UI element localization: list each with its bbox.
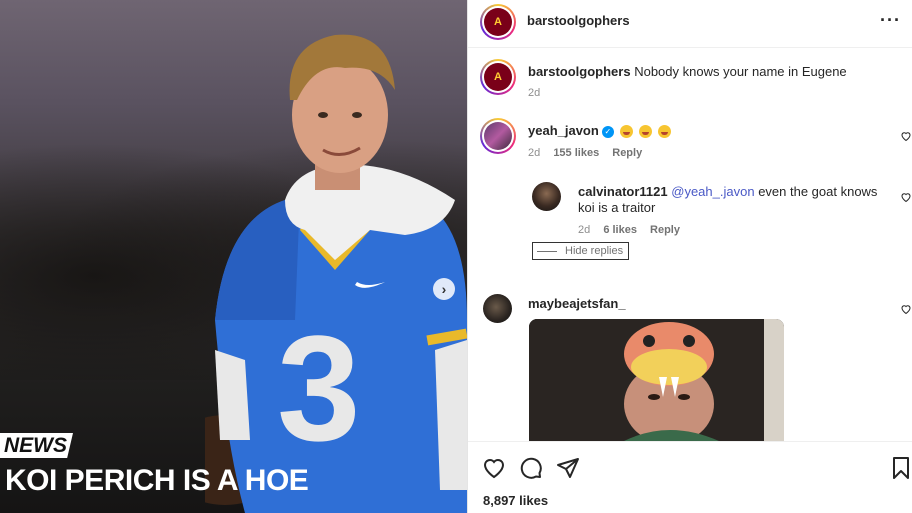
reply-text: calvinator1121 @yeah_.javon even the goa… <box>578 184 888 216</box>
caption: barstoolgophers Nobody knows your name i… <box>528 64 847 80</box>
reply-reply-button[interactable]: Reply <box>650 224 680 236</box>
comment-likes[interactable]: 155 likes <box>553 147 599 159</box>
laughing-emoji-icon <box>639 125 653 139</box>
reply-likes[interactable]: 6 likes <box>603 224 637 236</box>
next-image-button[interactable]: › <box>433 278 455 300</box>
post-likes-count[interactable]: 8,897 likes <box>483 493 548 508</box>
comment-meta: 2d 155 likes Reply <box>528 147 642 159</box>
comment-time: 2d <box>528 147 541 159</box>
laughing-emoji-icon <box>620 125 634 139</box>
hide-replies-line <box>537 250 557 252</box>
reply-mention[interactable]: @yeah_.javon <box>671 184 754 199</box>
reply-heart-icon[interactable] <box>900 191 912 203</box>
hide-replies-button[interactable]: Hide replies <box>532 242 629 260</box>
comment-icon[interactable] <box>519 456 543 480</box>
reply-meta: 2d 6 likes Reply <box>578 224 680 236</box>
post-actions: 8,897 likes <box>468 441 912 513</box>
jersey-number: 3 <box>277 304 360 472</box>
caption-time: 2d <box>528 87 541 99</box>
reply-time: 2d <box>578 224 591 236</box>
comment2-gif[interactable] <box>529 319 784 441</box>
comment-text: yeah_javon ✓ <box>528 123 673 139</box>
comment-heart-icon[interactable] <box>900 130 912 142</box>
comment-username[interactable]: yeah_javon <box>528 123 599 138</box>
reply-avatar[interactable] <box>532 182 561 211</box>
comment-avatar[interactable] <box>480 118 516 154</box>
more-options-icon[interactable]: ··· <box>880 10 901 31</box>
image-headline: KOI PERICH IS A HOE <box>5 464 309 497</box>
laughing-emoji-icon <box>657 125 671 139</box>
comment2-header: maybeajetsfan_ <box>528 296 626 312</box>
comment2-username[interactable]: maybeajetsfan_ <box>528 296 626 311</box>
author-avatar[interactable]: A <box>480 4 516 40</box>
caption-username[interactable]: barstoolgophers <box>528 64 631 79</box>
author-username[interactable]: barstoolgophers <box>527 13 630 28</box>
reply-username[interactable]: calvinator1121 <box>578 184 668 199</box>
share-icon[interactable] <box>556 456 580 480</box>
hide-replies-label: Hide replies <box>565 245 624 257</box>
caption-avatar[interactable]: A <box>480 59 516 95</box>
comment2-avatar[interactable] <box>483 294 512 323</box>
snake-hat-gif-image <box>529 319 784 441</box>
heart-icon[interactable] <box>482 456 506 480</box>
bookmark-icon[interactable] <box>889 456 912 480</box>
caption-text: Nobody knows your name in Eugene <box>634 64 847 79</box>
chevron-right-icon: › <box>441 281 447 297</box>
player-photo: 3 <box>205 34 467 513</box>
comment2-heart-icon[interactable] <box>900 303 912 315</box>
comment-reply-button[interactable]: Reply <box>612 147 642 159</box>
news-tag: NEWS <box>0 433 73 458</box>
verified-icon: ✓ <box>601 125 614 138</box>
post-image: 3 › NEWS KOI PERICH IS A HOE <box>0 0 467 513</box>
post-header: A barstoolgophers ··· <box>468 0 912 48</box>
post-panel: A barstoolgophers ··· A barstoolgophers … <box>467 0 912 513</box>
comments-list: A barstoolgophers Nobody knows your name… <box>468 49 912 441</box>
